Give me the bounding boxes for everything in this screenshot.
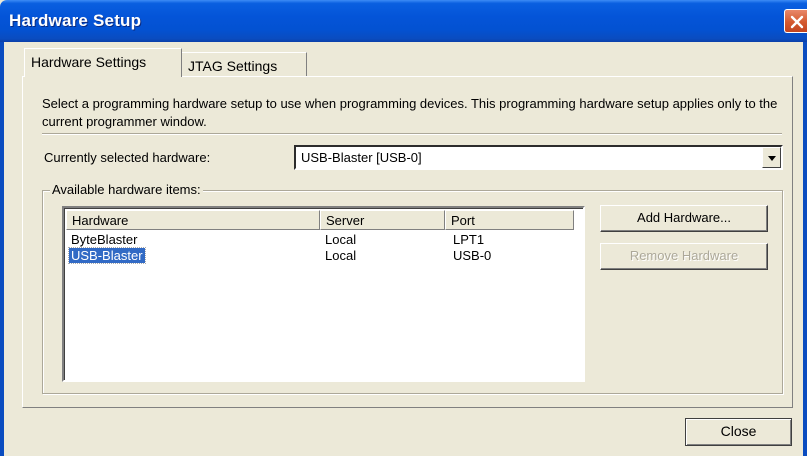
tab-hardware-settings[interactable]: Hardware Settings <box>24 48 182 77</box>
port-cell: LPT1 <box>453 232 485 247</box>
column-header-server[interactable]: Server <box>320 210 445 230</box>
description-text: Select a programming hardware setup to u… <box>42 96 778 129</box>
window-frame-right <box>803 42 807 456</box>
title-bar[interactable]: Hardware Setup <box>0 0 807 42</box>
window-title: Hardware Setup <box>9 11 142 30</box>
tab-jtag-settings[interactable]: JTAG Settings <box>182 52 307 76</box>
close-icon <box>790 15 804 29</box>
remove-hardware-button[interactable]: Remove Hardware <box>600 243 768 270</box>
column-header-hardware[interactable]: Hardware <box>66 210 320 230</box>
hardware-cell: ByteBlaster <box>71 232 138 247</box>
column-header-port[interactable]: Port <box>445 210 574 230</box>
list-item-selected[interactable]: USB-Blaster Local USB-0 <box>66 247 576 264</box>
currently-selected-hardware-dropdown[interactable]: USB-Blaster [USB-0] <box>294 145 783 170</box>
hardware-setup-dialog: Hardware Setup Hardware Settings JTAG Se… <box>0 0 807 456</box>
close-button[interactable]: Close <box>685 418 792 446</box>
list-header: Hardware Server Port <box>66 210 578 231</box>
hardware-cell: USB-Blaster <box>68 247 146 264</box>
close-window-button[interactable] <box>784 9 807 33</box>
available-hardware-label: Available hardware items: <box>50 182 203 197</box>
server-cell: Local <box>325 248 357 263</box>
server-cell: Local <box>325 232 357 247</box>
dropdown-value: USB-Blaster [USB-0] <box>301 150 422 165</box>
currently-selected-label: Currently selected hardware: <box>44 150 211 165</box>
separator <box>42 133 782 135</box>
hardware-list[interactable]: Hardware Server Port ByteBlaster Local L… <box>62 206 585 382</box>
window-frame-left <box>0 42 4 456</box>
dropdown-button[interactable] <box>762 147 781 168</box>
add-hardware-button[interactable]: Add Hardware... <box>600 205 768 232</box>
port-cell: USB-0 <box>453 248 492 263</box>
list-item[interactable]: ByteBlaster Local LPT1 <box>66 232 576 248</box>
chevron-down-icon <box>768 156 776 161</box>
